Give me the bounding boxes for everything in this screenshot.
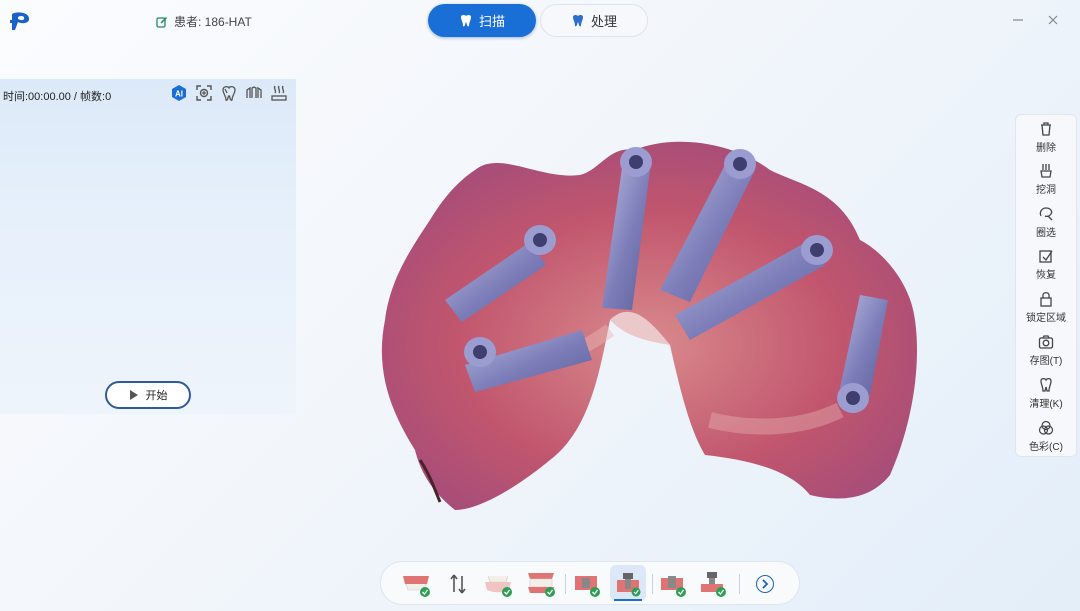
lock-icon [1040,292,1052,307]
color-tool[interactable]: 色彩(C) [1016,420,1076,453]
dig-hole-tool[interactable]: 挖洞 [1016,163,1076,196]
divider [565,574,566,594]
ai-icon[interactable]: AI [170,84,188,102]
clean-tool[interactable]: 清理(K) [1016,377,1076,410]
lower-jaw-icon[interactable] [483,570,513,598]
tooth-process-icon [572,14,583,26]
scanbody-bite-icon[interactable] [697,570,727,598]
heat-icon[interactable] [270,84,288,102]
color-label: 色彩(C) [1029,442,1063,453]
active-step-indicator [614,599,642,601]
tooth-icon [460,14,471,26]
scanbody-lower-icon[interactable] [657,570,687,598]
tab-process-label: 处理 [590,14,617,29]
minimize-icon[interactable] [1011,13,1025,27]
focus-icon[interactable] [195,84,213,102]
tab-scan-label: 扫描 [478,14,505,29]
clean-icon [1040,377,1052,392]
dig-hole-label: 挖洞 [1036,185,1056,196]
restore-label: 恢复 [1036,270,1056,281]
dental-scan-model[interactable] [370,130,930,520]
lock-region-tool[interactable]: 锁定区域 [1016,291,1076,324]
divider [652,574,653,594]
tab-scan[interactable]: 扫描 [428,4,536,37]
lasso-tool[interactable]: 圈选 [1016,206,1076,239]
color-icon [1038,420,1054,435]
save-image-label: 存图(T) [1029,356,1063,367]
start-button[interactable]: 开始 [105,381,191,409]
scanbody-upper-icon[interactable] [571,570,601,598]
app-logo [10,12,30,31]
tooth-scan-icon[interactable] [220,84,238,102]
lock-region-label: 锁定区域 [1026,313,1066,324]
patient-info[interactable]: 患者: 186-HAT [156,13,252,30]
edit-icon[interactable] [156,16,168,28]
scan-time-info: 时间:00:00.00 / 帧数:0 [3,91,112,103]
save-image-tool[interactable]: 存图(T) [1016,334,1076,367]
lasso-label: 圈选 [1036,228,1056,239]
clean-label: 清理(K) [1029,399,1063,410]
workflow-bar [380,561,800,605]
svg-text:AI: AI [175,90,183,99]
scan-panel: 时间:00:00.00 / 帧数:0 AI 开始 [0,79,296,414]
scanbody-active-icon[interactable] [613,570,643,598]
mode-tabs: 扫描 处理 [428,4,648,37]
delete-label: 删除 [1036,143,1056,154]
lasso-icon [1039,207,1053,221]
restore-tool[interactable]: 恢复 [1016,248,1076,281]
swap-icon[interactable] [443,570,473,598]
arch-icon[interactable] [245,84,263,102]
close-icon[interactable] [1046,13,1060,27]
start-label: 开始 [145,390,168,402]
bite-icon[interactable] [526,570,556,598]
divider [739,574,740,594]
dig-hole-icon [1040,164,1052,178]
tab-process[interactable]: 处理 [540,4,648,37]
camera-icon [1038,335,1054,349]
upper-jaw-icon[interactable] [401,570,431,598]
next-button[interactable] [756,575,774,593]
chevron-right-icon [762,579,769,589]
trash-icon [1041,122,1051,136]
patient-label: 患者: 186-HAT [174,15,252,29]
edit-toolbar: 删除 挖洞 圈选 恢复 锁定区域 存图(T) 清理(K) 色彩(C) [1015,114,1077,457]
delete-tool[interactable]: 删除 [1016,121,1076,154]
play-icon [129,390,138,400]
scan-tools: AI [170,84,288,102]
title-bar: 患者: 186-HAT 扫描 处理 [0,0,1080,42]
restore-icon [1039,250,1053,263]
